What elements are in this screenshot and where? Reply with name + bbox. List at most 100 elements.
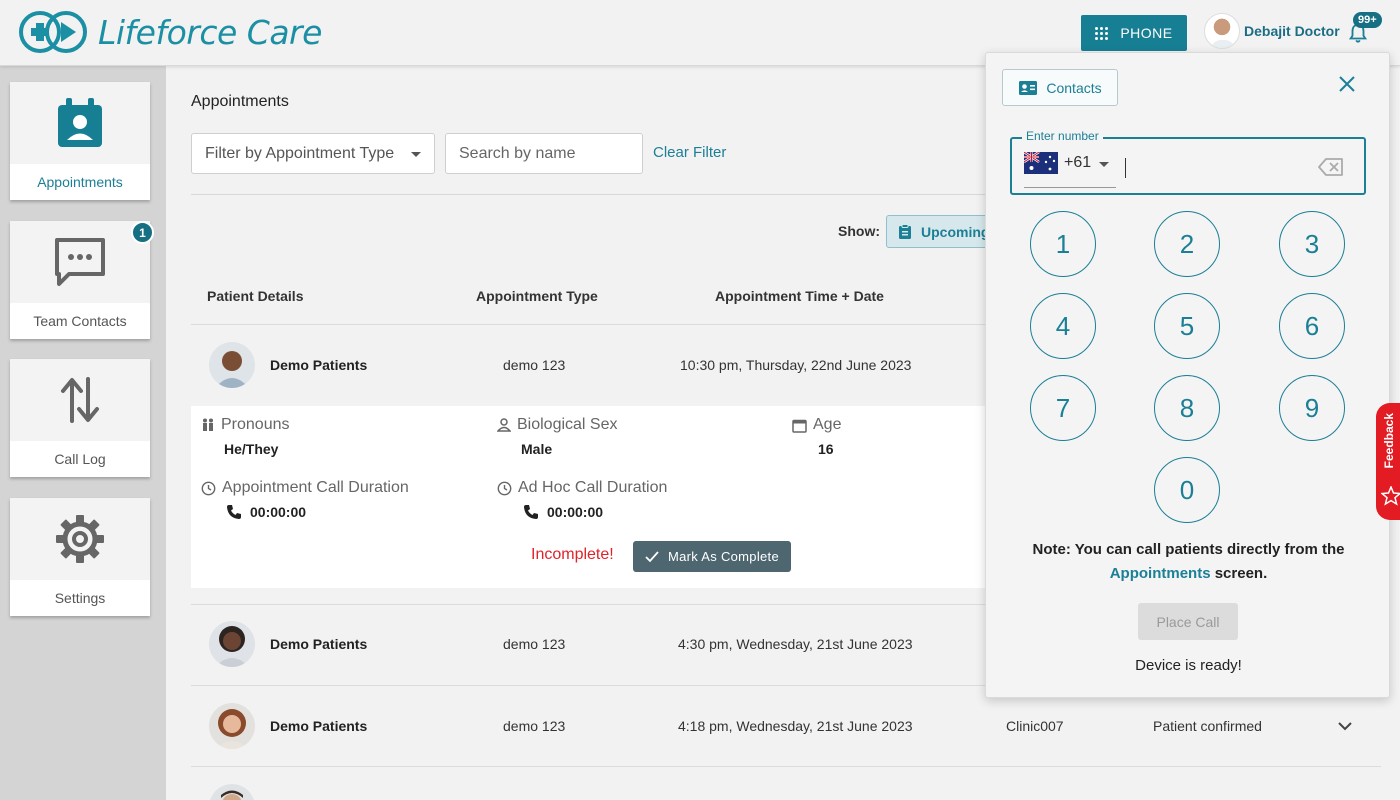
brand-name: Lifeforce Care bbox=[98, 12, 322, 52]
biological-sex-value: Male bbox=[521, 441, 553, 457]
chat-icon bbox=[10, 221, 150, 303]
device-status: Device is ready! bbox=[1135, 657, 1242, 674]
appointments-link[interactable]: Appointments bbox=[1110, 565, 1211, 582]
sidebar-item-appointments[interactable]: Appointments bbox=[10, 82, 150, 200]
dialpad-icon bbox=[1095, 26, 1109, 40]
patient-name: Demo Patients bbox=[270, 718, 368, 734]
phone-button-label: PHONE bbox=[1120, 25, 1173, 41]
dialer-panel: Contacts Enter number +61 1 2 3 4 5 6 7 … bbox=[985, 52, 1390, 698]
phone-icon bbox=[524, 505, 538, 519]
adhoc-call-duration-label: Ad Hoc Call Duration bbox=[497, 479, 667, 497]
close-icon[interactable] bbox=[1336, 73, 1358, 95]
page-title: Appointments bbox=[191, 93, 289, 110]
user-name: Debajit Doctor bbox=[1244, 23, 1340, 39]
dial-key-5[interactable]: 5 bbox=[1154, 293, 1220, 359]
contacts-label: Contacts bbox=[1046, 79, 1102, 96]
dial-key-6[interactable]: 6 bbox=[1279, 293, 1345, 359]
check-icon bbox=[645, 550, 659, 562]
row-divider bbox=[191, 766, 1381, 767]
country-code-select[interactable]: +61 bbox=[1024, 152, 1116, 188]
patient-name: Demo Patients bbox=[270, 357, 368, 373]
biological-sex-label: Biological Sex bbox=[497, 416, 618, 434]
feedback-label: Feedback bbox=[1382, 413, 1396, 469]
avatar bbox=[209, 621, 255, 667]
show-label: Show: bbox=[838, 223, 880, 239]
appointment-type: demo 123 bbox=[503, 636, 566, 652]
patient-detail-panel: Pronouns He/They Biological Sex Male Age… bbox=[191, 406, 1011, 588]
dial-key-8[interactable]: 8 bbox=[1154, 375, 1220, 441]
age-value: 16 bbox=[818, 441, 834, 457]
upcoming-toggle[interactable]: Upcoming bbox=[886, 215, 996, 248]
search-input[interactable] bbox=[445, 133, 643, 174]
swap-arrows-icon bbox=[10, 359, 150, 441]
filter-placeholder: Filter by Appointment Type bbox=[205, 145, 395, 162]
dial-code: +61 bbox=[1064, 154, 1092, 171]
adhoc-call-duration-value: 00:00:00 bbox=[523, 504, 603, 520]
column-header-patient[interactable]: Patient Details bbox=[207, 288, 303, 304]
upcoming-label: Upcoming bbox=[921, 223, 990, 240]
australia-flag-icon bbox=[1024, 152, 1058, 174]
appointment-datetime: 10:30 pm, Thursday, 22nd June 2023 bbox=[680, 357, 912, 373]
contact-card-icon bbox=[1019, 80, 1038, 95]
appointment-type: demo 123 bbox=[503, 718, 566, 734]
dial-key-9[interactable]: 9 bbox=[1279, 375, 1345, 441]
user-menu[interactable]: Debajit Doctor bbox=[1204, 13, 1340, 49]
clock-icon bbox=[497, 481, 512, 495]
appointment-type: demo 123 bbox=[503, 357, 566, 373]
avatar bbox=[1204, 13, 1240, 49]
calendar-person-icon bbox=[10, 82, 150, 164]
dial-key-1[interactable]: 1 bbox=[1030, 211, 1096, 277]
sidebar-item-team-contacts[interactable]: Team Contacts bbox=[10, 221, 150, 339]
contacts-button[interactable]: Contacts bbox=[1002, 69, 1118, 106]
logo-icon bbox=[18, 10, 90, 54]
avatar bbox=[209, 703, 255, 749]
appointment-datetime: 4:30 pm, Wednesday, 21st June 2023 bbox=[678, 636, 913, 652]
star-icon bbox=[1381, 486, 1400, 506]
dial-key-4[interactable]: 4 bbox=[1030, 293, 1096, 359]
dial-key-3[interactable]: 3 bbox=[1279, 211, 1345, 277]
table-row[interactable]: Demo Patients demo 123 4:18 pm, Wednesda… bbox=[191, 686, 1381, 766]
sidebar-item-call-log[interactable]: Call Log bbox=[10, 359, 150, 477]
patient-name: Demo Patients bbox=[270, 636, 368, 652]
clear-filter-link[interactable]: Clear Filter bbox=[653, 144, 726, 161]
people-icon bbox=[203, 418, 213, 431]
place-call-button[interactable]: Place Call bbox=[1138, 603, 1238, 640]
pronouns-label: Pronouns bbox=[201, 416, 290, 434]
calendar-icon bbox=[792, 419, 807, 433]
dialer-note: Note: You can call patients directly fro… bbox=[1032, 541, 1345, 582]
sidebar-item-label: Call Log bbox=[10, 441, 150, 477]
phone-button[interactable]: PHONE bbox=[1081, 15, 1187, 51]
text-cursor bbox=[1125, 158, 1126, 178]
caret-down-icon bbox=[411, 152, 421, 157]
sidebar-item-label: Team Contacts bbox=[10, 303, 150, 339]
clock-icon bbox=[201, 481, 216, 495]
phone-number-label: Enter number bbox=[1022, 129, 1103, 143]
sidebar-item-label: Appointments bbox=[10, 164, 150, 200]
mark-complete-button[interactable]: Mark As Complete bbox=[633, 541, 791, 572]
caret-down-icon bbox=[1099, 162, 1110, 167]
avatar bbox=[209, 342, 255, 388]
completion-status: Incomplete! bbox=[531, 546, 614, 563]
appointment-call-duration-label: Appointment Call Duration bbox=[201, 479, 409, 497]
column-header-datetime[interactable]: Appointment Time + Date bbox=[715, 288, 884, 304]
chevron-down-icon[interactable] bbox=[1338, 721, 1352, 731]
clinic-name: Clinic007 bbox=[1006, 718, 1064, 734]
dial-key-2[interactable]: 2 bbox=[1154, 211, 1220, 277]
column-header-type[interactable]: Appointment Type bbox=[476, 288, 598, 304]
backspace-icon[interactable] bbox=[1318, 158, 1344, 176]
feedback-tab[interactable]: Feedback bbox=[1376, 403, 1400, 520]
age-label: Age bbox=[792, 416, 841, 434]
avatar bbox=[209, 784, 255, 800]
sidebar-item-settings[interactable]: Settings bbox=[10, 498, 150, 616]
pronouns-value: He/They bbox=[224, 441, 279, 457]
notification-badge: 99+ bbox=[1353, 12, 1382, 28]
phone-number-field[interactable]: Enter number +61 bbox=[1010, 129, 1366, 195]
logo[interactable]: Lifeforce Care bbox=[18, 10, 322, 54]
appointment-type-filter[interactable]: Filter by Appointment Type bbox=[191, 133, 435, 174]
dial-key-0[interactable]: 0 bbox=[1154, 457, 1220, 523]
person-icon bbox=[497, 418, 511, 432]
gear-icon bbox=[10, 498, 150, 580]
sidebar-item-label: Settings bbox=[10, 580, 150, 616]
dial-key-7[interactable]: 7 bbox=[1030, 375, 1096, 441]
phone-icon bbox=[227, 505, 241, 519]
